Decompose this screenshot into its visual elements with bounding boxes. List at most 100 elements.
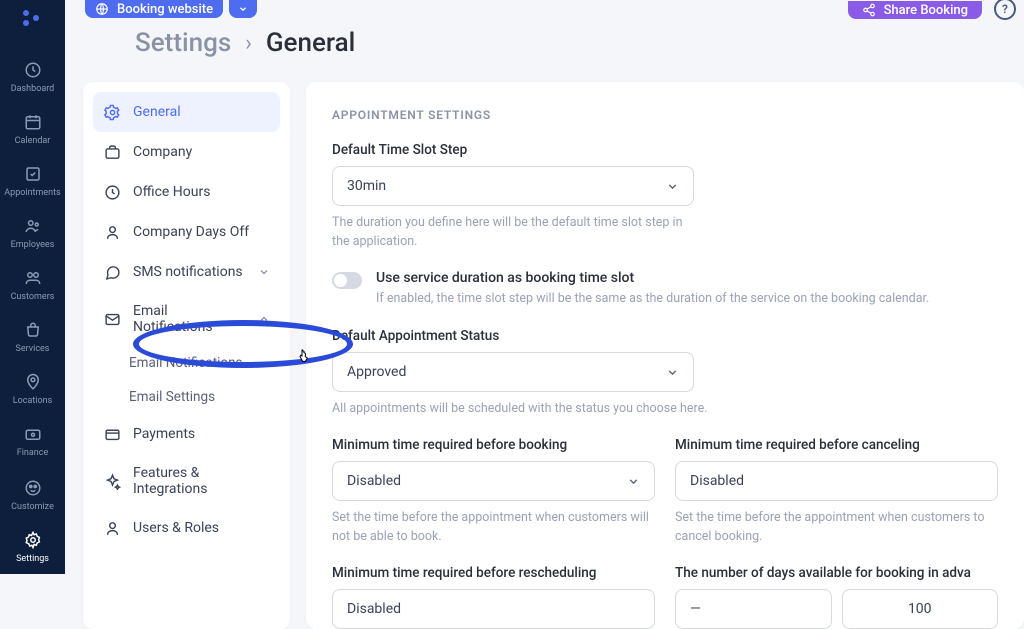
user-icon (103, 519, 121, 537)
nav-calendar[interactable]: Calendar (0, 104, 65, 156)
settings-item-label: SMS notifications (133, 264, 243, 280)
services-icon (23, 320, 43, 340)
breadcrumb-parent[interactable]: Settings (135, 28, 231, 58)
help-text: All appointments will be scheduled with … (332, 400, 998, 419)
settings-item-label: Payments (133, 426, 195, 442)
settings-item-label: Users & Roles (133, 520, 219, 536)
settings-item-label: Company Days Off (133, 224, 249, 240)
days-avail-minus[interactable]: — (675, 589, 832, 629)
settings-item-payments[interactable]: Payments (93, 414, 280, 454)
help-text: The duration you define here will be the… (332, 214, 694, 252)
share-booking-button[interactable]: Share Booking (848, 1, 982, 19)
min-resched-select[interactable]: Disabled (332, 589, 655, 629)
select-value: Disabled (690, 473, 744, 489)
dashboard-icon (23, 60, 43, 80)
nav-appointments[interactable]: Appointments (0, 156, 65, 208)
timeslot-select[interactable]: 30min (332, 166, 694, 206)
help-text: Set the time before the appointment when… (332, 509, 655, 547)
days-off-icon (103, 223, 121, 241)
settings-item-label: Company (133, 144, 192, 160)
nav-label: Locations (13, 396, 52, 406)
settings-item-label: Office Hours (133, 184, 210, 200)
settings-item-label: Features & Integrations (133, 465, 270, 497)
settings-item-label: General (133, 104, 181, 120)
service-duration-toggle[interactable] (332, 272, 362, 289)
settings-item-sms[interactable]: SMS notifications (93, 252, 280, 292)
select-value: 30min (347, 178, 386, 194)
settings-sub-email-notifications[interactable]: Email Notifications (93, 346, 280, 380)
min-cancel-select[interactable]: Disabled (675, 461, 998, 501)
settings-form-panel: APPOINTMENT SETTINGS Default Time Slot S… (306, 82, 1024, 629)
appointments-icon (23, 164, 43, 184)
days-avail-value[interactable]: 100 (842, 589, 999, 629)
breadcrumb-separator: › (245, 31, 252, 56)
nav-label: Customers (11, 292, 55, 302)
gear-icon (103, 103, 121, 121)
mail-icon (103, 310, 121, 328)
chevron-down-icon (666, 180, 679, 193)
field-label-min-resched: Minimum time required before reschedulin… (332, 565, 655, 581)
nav-label: Calendar (15, 136, 51, 146)
nav-label: Customize (11, 502, 54, 512)
nav-services[interactable]: Services (0, 312, 65, 364)
settings-sub-email-settings[interactable]: Email Settings (93, 380, 280, 414)
booking-website-dropdown[interactable] (229, 0, 257, 18)
chevron-down-icon (627, 475, 640, 488)
clock-icon (103, 183, 121, 201)
select-value: Approved (347, 364, 406, 380)
location-icon (23, 372, 43, 392)
nav-customers[interactable]: Customers (0, 260, 65, 312)
settings-item-general[interactable]: General (93, 92, 280, 132)
chevron-down-icon (666, 366, 679, 379)
field-label-min-cancel: Minimum time required before canceling (675, 437, 998, 453)
chat-icon (103, 263, 121, 281)
nav-settings[interactable]: Settings (0, 522, 65, 574)
breadcrumb-current: General (266, 28, 355, 58)
settings-item-users-roles[interactable]: Users & Roles (93, 508, 280, 548)
share-icon (862, 3, 876, 17)
nav-label: Appointments (4, 188, 60, 198)
nav-dashboard[interactable]: Dashboard (0, 52, 65, 104)
settings-item-office-hours[interactable]: Office Hours (93, 172, 280, 212)
gear-icon (23, 530, 43, 550)
settings-item-email-notifications[interactable]: Email Notifications (93, 292, 280, 346)
nav-label: Services (16, 344, 50, 354)
sparkle-icon (103, 472, 121, 490)
nav-locations[interactable]: Locations (0, 364, 65, 416)
field-label-days-avail: The number of days available for booking… (675, 565, 998, 581)
settings-item-days-off[interactable]: Company Days Off (93, 212, 280, 252)
booking-website-button[interactable]: Booking website (85, 0, 223, 18)
briefcase-icon (103, 143, 121, 161)
calendar-icon (23, 112, 43, 132)
settings-item-label: Email Notifications (133, 303, 246, 335)
section-title: APPOINTMENT SETTINGS (332, 108, 998, 122)
field-label-min-booking: Minimum time required before booking (332, 437, 655, 453)
employees-icon (23, 216, 43, 236)
nav-finance[interactable]: Finance (0, 416, 65, 468)
status-select[interactable]: Approved (332, 352, 694, 392)
chevron-down-icon (238, 4, 248, 14)
customize-icon (23, 478, 43, 498)
nav-label: Finance (17, 448, 48, 458)
chevron-up-icon (258, 313, 270, 325)
chevron-down-icon (258, 266, 270, 278)
settings-item-features[interactable]: Features & Integrations (93, 454, 280, 508)
field-label-status: Default Appointment Status (332, 328, 998, 344)
settings-item-company[interactable]: Company (93, 132, 280, 172)
share-booking-label: Share Booking (884, 3, 968, 18)
customers-icon (23, 268, 43, 288)
nav-employees[interactable]: Employees (0, 208, 65, 260)
toggle-label: Use service duration as booking time slo… (376, 270, 929, 286)
settings-side-menu: General Company Office Hours Company Day… (83, 82, 290, 629)
field-label-timeslot: Default Time Slot Step (332, 142, 998, 158)
select-value: — (690, 601, 701, 617)
cursor-pointer-icon (296, 347, 312, 365)
main-nav-sidebar: Dashboard Calendar Appointments Employee… (0, 0, 65, 574)
min-booking-select[interactable]: Disabled (332, 461, 655, 501)
booking-website-label: Booking website (117, 2, 213, 17)
help-text: Set the time before the appointment when… (675, 509, 998, 547)
nav-customize[interactable]: Customize (0, 470, 65, 522)
card-icon (103, 425, 121, 443)
finance-icon (23, 424, 43, 444)
help-button[interactable]: ? (994, 0, 1016, 20)
